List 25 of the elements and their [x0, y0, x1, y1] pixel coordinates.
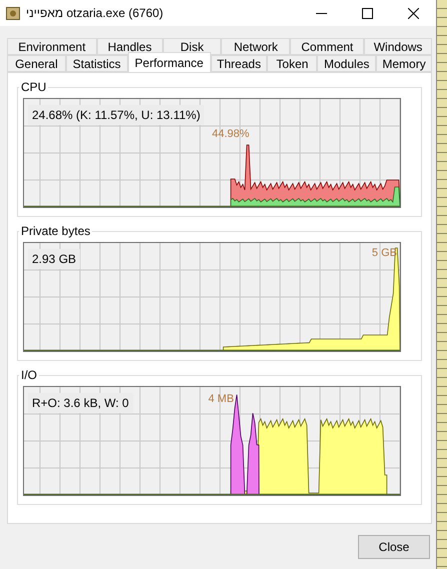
peak-label: 4 MB [208, 393, 234, 405]
tab[interactable]: Windows [364, 38, 432, 55]
peak-label: 44.98% [212, 128, 250, 140]
tab[interactable]: Modules [317, 55, 376, 72]
graph-reading: R+O: 3.6 kB, W: 0 [28, 393, 133, 413]
tab[interactable]: Comment [290, 38, 364, 55]
tab[interactable]: Performance [128, 52, 211, 72]
tab[interactable]: General [7, 55, 66, 72]
tab[interactable]: Statistics [66, 55, 128, 72]
group-title: CPU [20, 80, 48, 94]
maximize-icon [362, 8, 372, 18]
graph-reading: 2.93 GB [28, 249, 80, 269]
close-icon [408, 8, 418, 18]
tab[interactable]: Threads [210, 55, 268, 72]
close-dialog-button[interactable]: Close [358, 534, 430, 558]
window-title: מאפייני otzaria.exe (6760) [26, 6, 164, 20]
minimize-icon [316, 12, 326, 14]
tab[interactable]: Environment [7, 38, 97, 55]
graph-reading: 24.68% (K: 11.57%, U: 13.11%) [28, 105, 204, 125]
tab[interactable]: Token [267, 55, 318, 72]
tab[interactable]: Network [221, 38, 290, 55]
group-title: Private bytes [20, 224, 92, 238]
app-icon [6, 6, 20, 20]
tab[interactable]: Memory [376, 55, 432, 72]
group-title: I/O [20, 368, 38, 382]
